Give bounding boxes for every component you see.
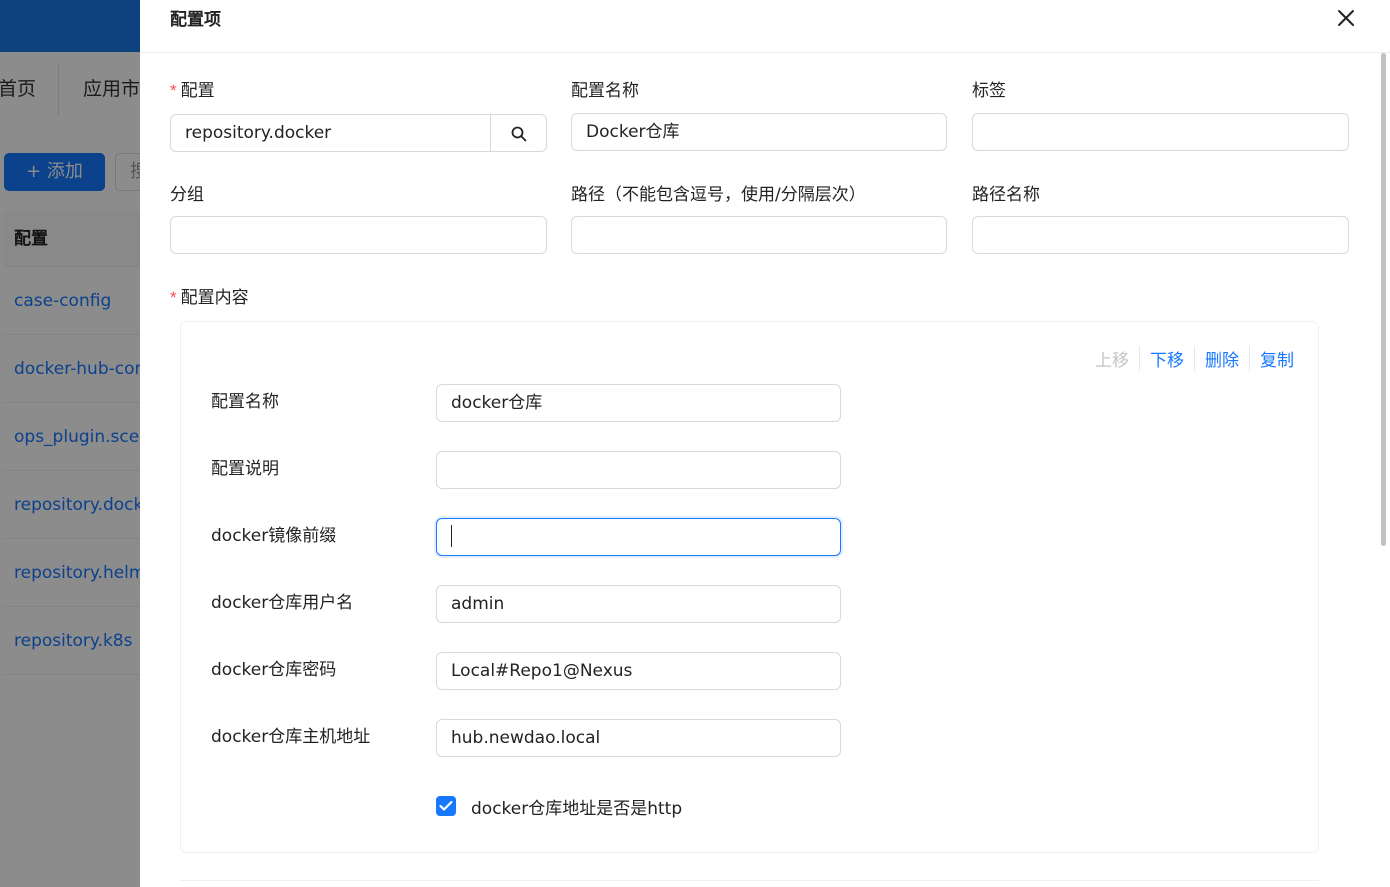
content-label: 配置内容	[180, 288, 249, 308]
config-name-input[interactable]: Docker仓库	[571, 113, 947, 151]
next-card-edge	[180, 880, 1319, 881]
drawer-title: 配置项	[170, 10, 221, 30]
path-label: 路径（不能包含逗号，使用/分隔层次）	[571, 185, 866, 205]
username-input[interactable]: admin	[436, 585, 841, 623]
path-field: 路径（不能包含逗号，使用/分隔层次）	[571, 183, 866, 207]
delete-link[interactable]: 删除	[1194, 346, 1249, 371]
config-drawer: 配置项 * 配置 repository.docker 配置名称 Docker仓库 …	[140, 0, 1390, 887]
config-name-label: 配置名称	[571, 81, 639, 101]
scrollbar[interactable]	[1381, 53, 1386, 546]
config-field-label: * 配置	[170, 79, 215, 103]
search-icon	[511, 126, 527, 142]
row-label: docker仓库主机地址	[211, 727, 371, 747]
content-field: * 配置内容	[170, 286, 249, 310]
tags-field: 标签	[972, 79, 1006, 103]
path-input[interactable]	[571, 216, 947, 254]
required-mark: *	[170, 288, 177, 307]
card-actions: 上移 下移 删除 复制	[1085, 346, 1304, 371]
path-name-label: 路径名称	[972, 185, 1040, 205]
content-desc-input[interactable]	[436, 451, 841, 489]
config-name-field: 配置名称	[571, 79, 639, 103]
config-content-card: 上移 下移 删除 复制 配置名称 docker仓库 配置说明 docker镜像前…	[180, 321, 1319, 853]
check-icon	[439, 800, 453, 811]
config-input[interactable]: repository.docker	[170, 114, 491, 152]
group-input[interactable]	[170, 216, 547, 254]
row-label: 配置名称	[211, 392, 279, 412]
group-field: 分组	[170, 183, 204, 207]
move-up-link[interactable]: 上移	[1085, 346, 1139, 371]
tags-input[interactable]	[972, 113, 1349, 151]
http-checkbox[interactable]	[436, 796, 456, 816]
drawer-header: 配置项	[140, 0, 1390, 53]
path-name-input[interactable]	[972, 216, 1349, 254]
group-label: 分组	[170, 185, 204, 205]
move-down-link[interactable]: 下移	[1139, 346, 1194, 371]
required-mark: *	[170, 81, 177, 100]
path-name-field: 路径名称	[972, 183, 1040, 207]
row-label: 配置说明	[211, 459, 279, 479]
copy-link[interactable]: 复制	[1249, 346, 1304, 371]
host-input[interactable]: hub.newdao.local	[436, 719, 841, 757]
search-button[interactable]	[490, 114, 547, 152]
text-caret	[451, 524, 452, 547]
tags-label: 标签	[972, 81, 1006, 101]
close-icon[interactable]	[1332, 6, 1360, 34]
http-checkbox-label[interactable]: docker仓库地址是否是http	[471, 794, 682, 819]
row-label: docker仓库用户名	[211, 593, 354, 613]
row-label: docker镜像前缀	[211, 526, 337, 546]
content-name-input[interactable]: docker仓库	[436, 384, 841, 422]
password-input[interactable]: Local#Repo1@Nexus	[436, 652, 841, 690]
config-label: 配置	[180, 81, 215, 101]
row-label: docker仓库密码	[211, 660, 337, 680]
image-prefix-input[interactable]	[436, 518, 841, 556]
